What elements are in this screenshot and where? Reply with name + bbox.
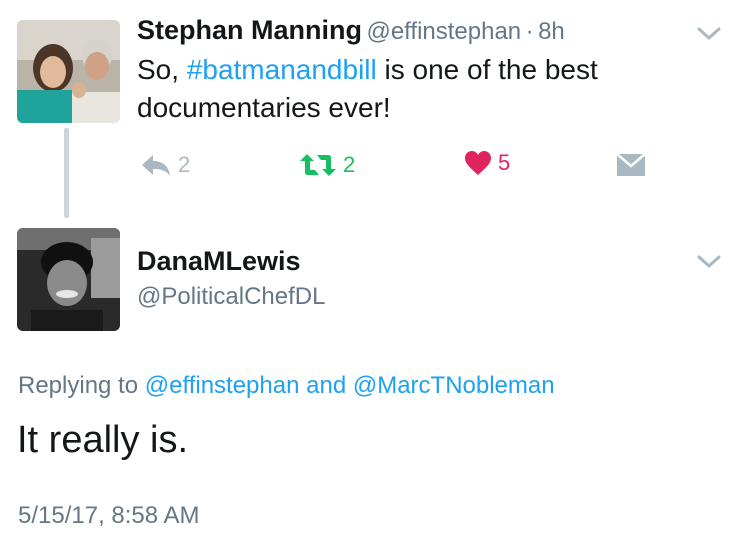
dm-action[interactable] xyxy=(616,152,646,178)
reply-action[interactable]: 2 xyxy=(140,152,190,178)
tweet-text-line1: So, #batmanandbill is one of the best xyxy=(137,51,717,89)
reply-author-handle[interactable]: @PoliticalChefDL xyxy=(137,283,325,311)
reply-arrow-icon xyxy=(142,155,170,176)
retweet-icon xyxy=(300,154,336,176)
heart-icon xyxy=(465,151,491,175)
replying-to-line: Replying to @effinstephan and @MarcTNobl… xyxy=(18,372,555,400)
tweet-header: Stephan Manning @effinstephan · 8h xyxy=(137,15,565,46)
author-name[interactable]: Stephan Manning xyxy=(137,15,362,45)
tweet-text: So, #batmanandbill is one of the best do… xyxy=(137,51,717,127)
like-count: 5 xyxy=(498,150,511,175)
reply-author-name[interactable]: DanaMLewis xyxy=(137,246,301,277)
retweet-count: 2 xyxy=(343,152,356,177)
chevron-down-icon xyxy=(697,255,721,268)
author-handle[interactable]: @effinstephan xyxy=(366,18,521,45)
separator-dot: · xyxy=(525,18,534,45)
stephan-avatar-image xyxy=(17,20,120,123)
reply-menu-button[interactable] xyxy=(696,254,722,275)
dana-avatar[interactable] xyxy=(17,228,120,331)
reply-timestamp[interactable]: 5/15/17, 8:58 AM xyxy=(18,502,199,530)
stephan-avatar[interactable] xyxy=(17,20,120,123)
tweet-text-line2: documentaries ever! xyxy=(137,92,391,123)
thread-connector-line xyxy=(64,128,69,218)
chevron-down-icon xyxy=(697,27,721,40)
replying-and-word: and xyxy=(299,372,353,399)
tweet-menu-button[interactable] xyxy=(696,26,722,47)
hashtag-link[interactable]: #batmanandbill xyxy=(187,54,377,85)
replying-to-label: Replying to xyxy=(18,372,145,399)
mention-effinstephan[interactable]: @effinstephan xyxy=(145,372,300,399)
reply-count: 2 xyxy=(178,152,191,177)
tweet-text-rest: is one of the best xyxy=(376,54,598,85)
mention-marctnobleman[interactable]: @MarcTNobleman xyxy=(353,372,555,399)
tweet-time[interactable]: 8h xyxy=(538,18,565,45)
like-action[interactable]: 5 xyxy=(464,150,510,176)
tweet-text-prefix: So, xyxy=(137,54,187,85)
reply-text: It really is. xyxy=(17,419,189,461)
dana-avatar-image xyxy=(17,228,120,331)
retweet-action[interactable]: 2 xyxy=(299,152,355,178)
envelope-icon xyxy=(616,153,646,176)
